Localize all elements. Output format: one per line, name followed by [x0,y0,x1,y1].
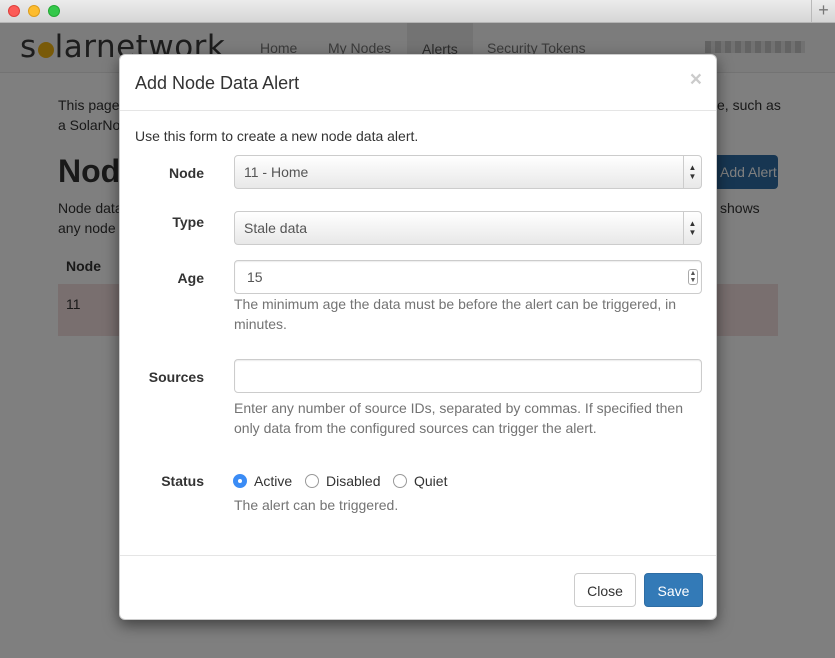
modal-header: Add Node Data Alert × [120,55,716,111]
node-select-value: 11 - Home [244,164,309,180]
select-arrows-icon: ▲ ▼ [683,156,701,188]
age-help-text: The minimum age the data must be before … [234,296,677,332]
node-select[interactable]: 11 - Home ▲ ▼ [234,155,702,189]
window-close-icon[interactable] [8,5,20,17]
window-minimize-icon[interactable] [28,5,40,17]
radio-selected-icon [233,474,247,488]
add-node-data-alert-modal: Add Node Data Alert × Use this form to c… [119,54,717,620]
close-button[interactable]: Close [574,573,636,607]
radio-unselected-icon [305,474,319,488]
sources-label: Sources [148,369,204,385]
new-tab-button[interactable]: + [811,0,835,22]
window-titlebar: + [0,0,835,23]
status-radio-label: Active [254,473,293,489]
save-button[interactable]: Save [644,573,703,607]
age-label: Age [177,270,204,286]
type-label: Type [172,214,204,230]
close-icon[interactable]: × [690,69,702,90]
form-intro: Use this form to create a new node data … [135,128,419,144]
age-input-value: 15 [247,269,263,285]
modal-title: Add Node Data Alert [135,73,300,93]
sources-help-text: Enter any number of source IDs, separate… [234,400,683,436]
status-label: Status [161,473,204,489]
number-stepper-icon[interactable]: ▲ ▼ [688,269,698,285]
status-help-text: The alert can be triggered. [234,497,399,513]
select-arrows-icon: ▲ ▼ [683,212,701,244]
status-radio-label: Quiet [414,473,448,489]
age-input[interactable]: 15 ▲ ▼ [234,260,702,294]
type-select[interactable]: Stale data ▲ ▼ [234,211,702,245]
modal-footer: Close Save [120,555,716,619]
status-radio-label: Disabled [326,473,381,489]
node-label: Node [169,165,204,181]
radio-unselected-icon [393,474,407,488]
sources-input[interactable] [234,359,702,393]
type-select-value: Stale data [244,220,308,236]
window-maximize-icon[interactable] [48,5,60,17]
